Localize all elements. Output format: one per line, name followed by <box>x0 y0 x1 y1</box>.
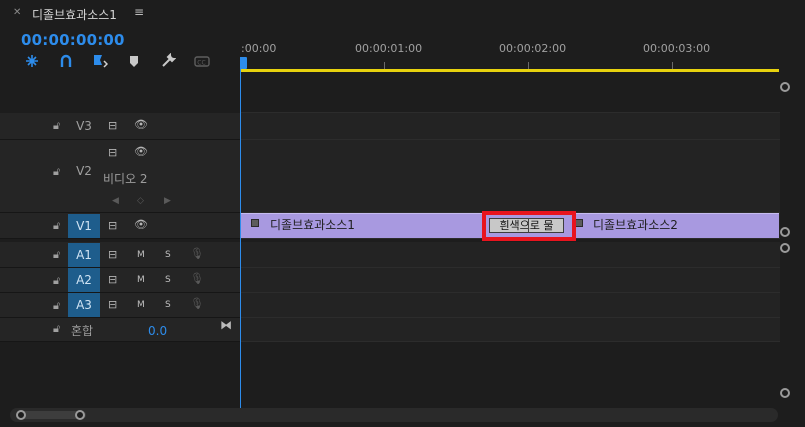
microphone-icon[interactable]: 🎙︎ <box>190 272 204 285</box>
lock-icon[interactable]: 🔓︎ <box>53 299 60 313</box>
fx-badge-icon <box>575 219 583 227</box>
add-marker-icon[interactable] <box>91 52 109 70</box>
mute-button[interactable]: M <box>137 250 145 260</box>
playhead-timecode[interactable]: 00:00:00:00 <box>21 31 125 49</box>
track-target-v3[interactable]: V3 <box>68 114 100 138</box>
sync-lock-icon[interactable]: ⊟ <box>108 298 117 311</box>
track-lane-mix[interactable] <box>240 318 780 342</box>
audio-scrollbar[interactable] <box>780 242 805 408</box>
playhead-handle[interactable] <box>240 57 247 69</box>
lock-icon[interactable]: 🔓︎ <box>53 322 60 336</box>
next-keyframe-icon[interactable]: ▶ <box>164 196 171 206</box>
eye-icon[interactable]: 👁︎ <box>134 118 148 131</box>
sync-lock-icon[interactable]: ⊟ <box>108 219 117 232</box>
track-target-a1[interactable]: A1 <box>68 243 100 267</box>
microphone-icon[interactable]: 🎙︎ <box>190 247 204 260</box>
solo-button[interactable]: S <box>165 250 171 260</box>
svg-text:CC: CC <box>197 60 205 67</box>
highlight-box <box>482 211 576 241</box>
track-target-a3[interactable]: A3 <box>68 293 100 317</box>
sync-lock-icon[interactable]: ⊟ <box>108 248 117 261</box>
lock-icon[interactable]: 🔓︎ <box>53 274 60 288</box>
track-header-mix: 🔓︎ 혼합 <box>0 318 240 342</box>
scroll-handle[interactable] <box>780 82 790 92</box>
track-header-v1: 🔓︎ V1 ⊟ 👁︎ <box>0 213 240 239</box>
track-header-spacer <box>0 72 240 113</box>
track-header-empty <box>0 342 240 408</box>
sync-lock-icon[interactable]: ⊟ <box>108 146 117 159</box>
video-clip-1[interactable]: 디졸브효과소스1 <box>241 213 488 238</box>
track-lane-a1[interactable] <box>240 242 780 268</box>
zoom-handle-left[interactable] <box>16 410 26 420</box>
close-icon[interactable]: ✕ <box>13 7 21 18</box>
track-lane-a3[interactable] <box>240 293 780 318</box>
track-lane-a2[interactable] <box>240 268 780 293</box>
marker-icon[interactable] <box>125 52 143 70</box>
microphone-icon[interactable]: 🎙︎ <box>190 297 204 310</box>
scroll-handle[interactable] <box>780 227 790 237</box>
ruler-label: :00:00 <box>241 42 277 55</box>
zoom-handle-right[interactable] <box>75 410 85 420</box>
go-to-edit-point-icon[interactable]: ⧓ <box>220 318 232 332</box>
eye-icon[interactable]: 👁︎ <box>134 218 148 231</box>
video-clip-2[interactable]: 디졸브효과소스2 <box>564 213 779 238</box>
timeline-top-area <box>240 72 780 113</box>
scroll-handle[interactable] <box>780 243 790 253</box>
track-header-a2: 🔓︎ A2 ⊟ M S 🎙︎ <box>0 268 240 293</box>
horizontal-scrollbar[interactable] <box>10 408 778 422</box>
captions-icon[interactable]: CC <box>193 52 211 70</box>
mute-button[interactable]: M <box>137 300 145 310</box>
track-target-v1[interactable]: V1 <box>68 214 100 238</box>
mix-volume-value[interactable]: 0.0 <box>148 324 167 338</box>
clip-title: 디졸브효과소스1 <box>270 218 355 232</box>
lock-icon[interactable]: 🔓︎ <box>53 219 60 233</box>
time-ruler[interactable]: :00:00 00:00:01:00 00:00:02:00 00:00:03:… <box>240 28 780 72</box>
lock-icon[interactable]: 🔓︎ <box>53 119 60 133</box>
hamburger-menu-icon[interactable]: ≡ <box>134 5 144 19</box>
solo-button[interactable]: S <box>165 300 171 310</box>
mute-button[interactable]: M <box>137 275 145 285</box>
linked-selection-icon[interactable] <box>57 52 75 70</box>
track-lane-v2[interactable] <box>240 140 780 213</box>
add-keyframe-icon[interactable]: ◇ <box>137 196 144 206</box>
track-header-v2: ⊟ 👁︎ 🔓︎ V2 비디오 2 <box>0 140 240 213</box>
mix-track-name: 혼합 <box>71 324 94 338</box>
sync-lock-icon[interactable]: ⊟ <box>108 119 117 132</box>
sync-lock-icon[interactable]: ⊟ <box>108 273 117 286</box>
track-header-a3: 🔓︎ A3 ⊟ M S 🎙︎ <box>0 293 240 318</box>
track-lane-v3[interactable] <box>240 113 780 140</box>
track-sublabel: 비디오 2 <box>103 172 148 186</box>
previous-keyframe-icon[interactable]: ◀ <box>112 196 119 206</box>
playhead-line[interactable] <box>240 57 241 409</box>
ruler-label: 00:00:03:00 <box>643 42 711 55</box>
wrench-icon[interactable] <box>159 52 177 70</box>
lock-icon[interactable]: 🔓︎ <box>53 165 60 179</box>
clip-title: 디졸브효과소스2 <box>593 218 678 232</box>
timeline-empty-area <box>240 342 780 408</box>
ruler-label: 00:00:02:00 <box>499 42 567 55</box>
track-header-a1: 🔓︎ A1 ⊟ M S 🎙︎ <box>0 242 240 268</box>
track-header-v3: 🔓︎ V3 ⊟ 👁︎ <box>0 113 240 140</box>
sequence-tab-title[interactable]: 디졸브효과소스1 <box>32 6 117 23</box>
snap-icon[interactable] <box>23 52 41 70</box>
video-scrollbar[interactable] <box>780 72 805 242</box>
lock-icon[interactable]: 🔓︎ <box>53 248 60 262</box>
scroll-handle[interactable] <box>780 388 790 398</box>
track-target-a2[interactable]: A2 <box>68 268 100 292</box>
track-target-v2[interactable]: V2 <box>68 159 100 183</box>
timeline-toolbar: CC <box>0 52 240 72</box>
fx-badge-icon <box>251 219 259 227</box>
sequence-tab-bar: ✕ 디졸브효과소스1 ≡ <box>0 0 805 28</box>
ruler-label: 00:00:01:00 <box>355 42 423 55</box>
solo-button[interactable]: S <box>165 275 171 285</box>
eye-icon[interactable]: 👁︎ <box>134 145 148 158</box>
